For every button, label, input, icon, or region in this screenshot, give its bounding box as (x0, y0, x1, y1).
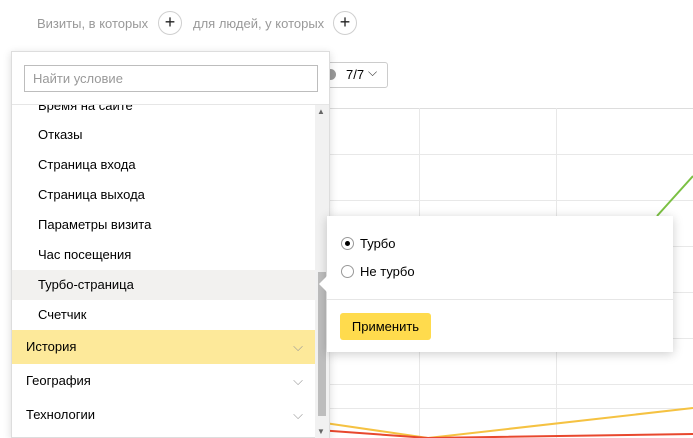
series-line-red (318, 429, 693, 438)
filter-bar: Визиты, в которых + для людей, у которых… (0, 0, 693, 48)
list-item[interactable]: Час посещения (12, 240, 315, 270)
list-item[interactable]: Параметры визита (12, 210, 315, 240)
add-visit-condition-button[interactable]: + (158, 11, 182, 35)
radio-label: Не турбо (360, 264, 415, 279)
segment-value: 7/7 (346, 67, 365, 82)
chevron-down-icon: ⌵ (368, 65, 378, 79)
list-item[interactable]: Страница входа (12, 150, 315, 180)
scroll-down-icon[interactable]: ▼ (317, 427, 325, 436)
scroll-up-icon[interactable]: ▲ (317, 107, 325, 116)
list-item[interactable]: Отказы (12, 120, 315, 150)
list-item[interactable]: Счетчик (12, 300, 315, 330)
condition-dropdown: Время на сайте Отказы Страница входа Стр… (11, 51, 330, 438)
list-item-selected[interactable]: Турбо-страница (12, 270, 315, 300)
turbo-options-popover: Турбо Не турбо Применить (319, 216, 673, 352)
category-label: История (26, 339, 77, 354)
visits-condition-label: Визиты, в которых (37, 16, 149, 31)
radio-unchecked-icon[interactable] (341, 265, 354, 278)
category-technology[interactable]: Технологии ⌵ (12, 398, 315, 432)
list-item[interactable]: Время на сайте (12, 105, 315, 121)
scrollbar-thumb[interactable] (318, 272, 326, 416)
apply-button[interactable]: Применить (340, 313, 431, 340)
category-label: Технологии (26, 407, 96, 422)
condition-list: Время на сайте Отказы Страница входа Стр… (12, 105, 315, 438)
category-geography[interactable]: География ⌵ (12, 364, 315, 398)
radio-label: Турбо (360, 236, 396, 251)
category-history[interactable]: История ⌵ (12, 330, 315, 364)
category-label: География (26, 373, 91, 388)
popover-arrow (319, 276, 327, 292)
divider (327, 299, 673, 300)
chevron-down-icon: ⌵ (293, 373, 303, 388)
chevron-down-icon: ⌵ (293, 339, 303, 354)
add-people-condition-button[interactable]: + (333, 11, 357, 35)
series-line-green (656, 175, 693, 217)
radio-checked-icon[interactable] (341, 237, 354, 250)
chevron-down-icon: ⌵ (293, 407, 303, 422)
condition-search-input[interactable] (24, 65, 318, 92)
people-condition-label: для людей, у которых (193, 16, 325, 31)
list-item[interactable]: Страница выхода (12, 180, 315, 210)
